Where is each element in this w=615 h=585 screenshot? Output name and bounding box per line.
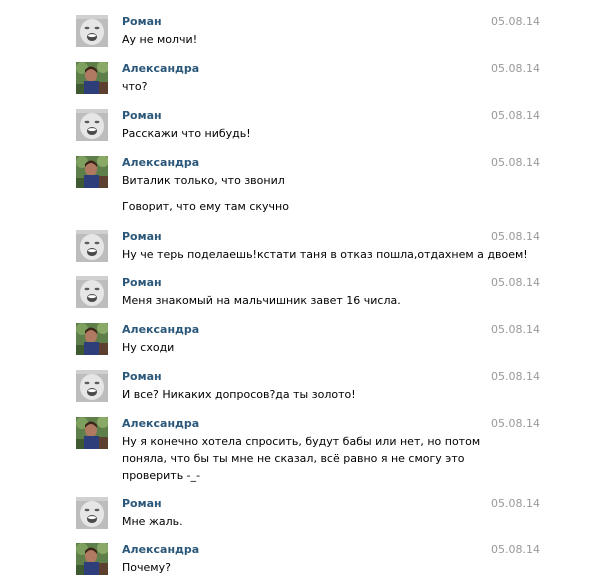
message-date[interactable]: 05.08.14 [491, 276, 540, 290]
roman-baby-avatar-image [76, 370, 108, 402]
aleksandra-avatar-image [76, 323, 108, 355]
message-date[interactable]: 05.08.14 [491, 543, 540, 557]
message-author-link[interactable]: Александра [122, 417, 199, 431]
roman-baby-avatar[interactable] [76, 370, 108, 402]
message-date[interactable]: 05.08.14 [491, 497, 540, 511]
aleksandra-avatar-image [76, 156, 108, 188]
aleksandra-avatar[interactable] [76, 156, 108, 188]
message-date[interactable]: 05.08.14 [491, 62, 540, 76]
message-date[interactable]: 05.08.14 [491, 370, 540, 384]
message-author-link[interactable]: Александра [122, 323, 199, 337]
roman-baby-avatar-image [76, 15, 108, 47]
message-text: поняла, что бы ты мне не сказал, всё рав… [122, 452, 465, 465]
message-author-link[interactable]: Роман [122, 370, 162, 384]
message-author-link[interactable]: Роман [122, 109, 162, 123]
message-text: Ну че терь поделаешь!кстати таня в отказ… [122, 248, 528, 261]
message-text: проверить -_- [122, 469, 201, 482]
message-text: Виталик только, что звонил [122, 174, 285, 187]
message-text: Ау не молчи! [122, 33, 198, 46]
roman-baby-avatar[interactable] [76, 15, 108, 47]
message-author-link[interactable]: Александра [122, 156, 199, 170]
message-author-link[interactable]: Роман [122, 230, 162, 244]
roman-baby-avatar[interactable] [76, 109, 108, 141]
aleksandra-avatar[interactable] [76, 417, 108, 449]
aleksandra-avatar[interactable] [76, 62, 108, 94]
message-date[interactable]: 05.08.14 [491, 15, 540, 29]
message-text: Ну сходи [122, 341, 175, 354]
message-text: Ну я конечно хотела спросить, будут бабы… [122, 435, 481, 448]
message-text: Меня знакомый на мальчишник завет 16 чис… [122, 294, 401, 307]
message-date[interactable]: 05.08.14 [491, 230, 540, 244]
message-author-link[interactable]: Роман [122, 276, 162, 290]
message-date[interactable]: 05.08.14 [491, 109, 540, 123]
message-text: Почему? [122, 561, 171, 574]
aleksandra-avatar[interactable] [76, 323, 108, 355]
message-author-link[interactable]: Александра [122, 543, 199, 557]
message-author-link[interactable]: Роман [122, 15, 162, 29]
aleksandra-avatar-image [76, 417, 108, 449]
message-text: Мне жаль. [122, 515, 183, 528]
aleksandra-avatar-image [76, 543, 108, 575]
message-text: что? [122, 80, 148, 93]
message-date[interactable]: 05.08.14 [491, 156, 540, 170]
message-date[interactable]: 05.08.14 [491, 323, 540, 337]
aleksandra-avatar[interactable] [76, 543, 108, 575]
message-text: Говорит, что ему там скучно [122, 200, 289, 213]
message-date[interactable]: 05.08.14 [491, 417, 540, 431]
aleksandra-avatar-image [76, 62, 108, 94]
roman-baby-avatar-image [76, 230, 108, 262]
roman-baby-avatar-image [76, 276, 108, 308]
message-author-link[interactable]: Роман [122, 497, 162, 511]
message-text: И все? Никаких допросов?да ты золото! [122, 388, 356, 401]
roman-baby-avatar[interactable] [76, 276, 108, 308]
roman-baby-avatar[interactable] [76, 230, 108, 262]
roman-baby-avatar[interactable] [76, 497, 108, 529]
message-text: Расскажи что нибудь! [122, 127, 251, 140]
roman-baby-avatar-image [76, 109, 108, 141]
roman-baby-avatar-image [76, 497, 108, 529]
message-author-link[interactable]: Александра [122, 62, 199, 76]
